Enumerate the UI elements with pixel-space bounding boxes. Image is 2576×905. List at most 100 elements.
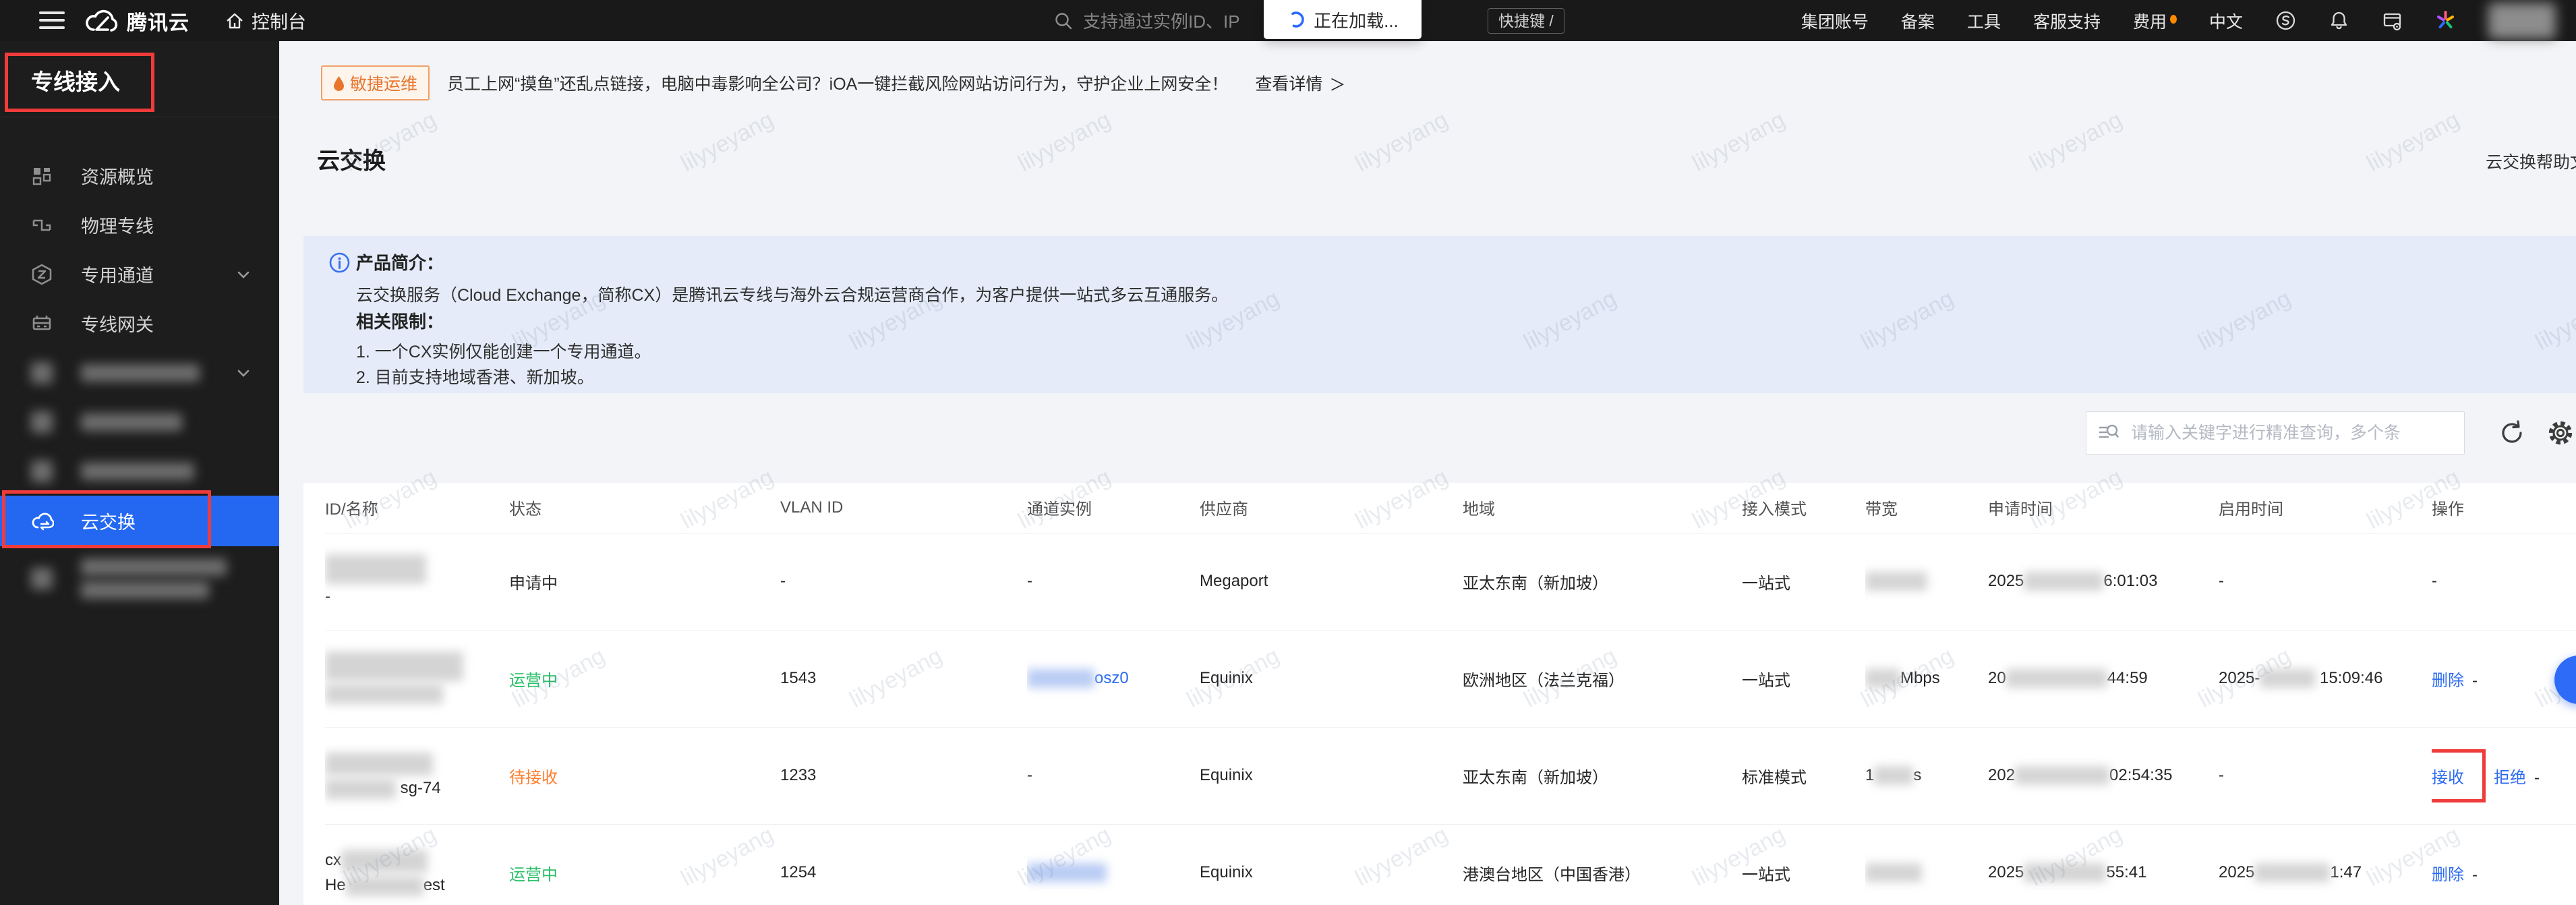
cell-text: 港澳台地区（中国香港）	[1463, 865, 1641, 884]
keyword-search-input[interactable]	[2086, 411, 2465, 455]
gear-icon[interactable]	[2545, 417, 2576, 448]
bell-icon[interactable]	[2329, 10, 2349, 31]
console-settings-icon[interactable]	[2382, 10, 2403, 31]
intro-body: 云交换服务（Cloud Exchange，简称CX）是腾讯云专线与海外云合规运营…	[356, 286, 1229, 305]
nav-support[interactable]: 客服支持	[2033, 9, 2101, 33]
cell-name: sg-74	[325, 727, 509, 825]
sidebar-item-blurred-4[interactable]	[0, 546, 279, 610]
chevron-right-icon: ＞	[1329, 76, 1346, 94]
nav-icp-filing[interactable]: 备案	[1901, 9, 1935, 33]
cell-apply_time: 2025 6:01:03	[1988, 533, 2219, 631]
intro-heading-2: 相关限制：	[356, 312, 444, 332]
cloud-logo-icon	[86, 9, 118, 32]
sidebar-item-physical-line[interactable]: 物理专线	[0, 200, 279, 250]
sidebar-item-blurred-1[interactable]	[0, 348, 279, 397]
redacted-text	[1874, 766, 1914, 786]
cell-text: sg-74	[396, 779, 441, 797]
cell-actions: 接收 拒绝 -	[2432, 727, 2576, 825]
page-title: 云交换	[317, 148, 386, 174]
cell-text: -	[2534, 768, 2540, 787]
ai-sparkle-icon[interactable]	[2435, 10, 2456, 31]
column-header: ID/名称	[325, 483, 509, 533]
accept-link[interactable]: 接收	[2432, 769, 2464, 787]
cell-text: 标准模式	[1742, 768, 1807, 787]
avatar[interactable]	[2488, 2, 2556, 39]
feedback-icon[interactable]	[2275, 10, 2296, 31]
cell-provider: Equinix	[1200, 727, 1463, 825]
cell-enable_time: -	[2219, 533, 2432, 631]
notice-detail-link[interactable]: 查看详情	[1255, 71, 1322, 95]
nav-billing[interactable]: 费用	[2133, 9, 2177, 33]
sidebar-item-blurred-3[interactable]	[0, 446, 279, 496]
cell-enable_time: 2025- 15:09:46	[2219, 630, 2432, 728]
redacted-text	[325, 554, 426, 584]
product-intro-card: 产品简介： 云交换服务（Cloud Exchange，简称CX）是腾讯云专线与海…	[303, 236, 2576, 393]
console-link[interactable]: 控制台	[225, 0, 306, 41]
cell-channel	[1027, 824, 1200, 905]
cell-text: 2025	[1988, 571, 2024, 590]
loading-toast-text: 正在加载...	[1314, 10, 1399, 31]
cell-text: 一站式	[1742, 865, 1790, 884]
cell-text: -	[2432, 572, 2437, 590]
brand-label: 腾讯云	[127, 11, 189, 34]
cell-text: 一站式	[1742, 671, 1790, 690]
help-doc-link[interactable]: 云交换帮助文	[2486, 149, 2576, 173]
cell-text: -	[2219, 572, 2224, 590]
redacted-text	[1027, 669, 1094, 689]
cell-apply_time: 20 44:59	[1988, 630, 2219, 728]
nav-tools[interactable]: 工具	[1967, 9, 2001, 33]
nav-language[interactable]: 中文	[2209, 9, 2243, 33]
billing-alert-dot	[2169, 14, 2177, 24]
refresh-icon[interactable]	[2498, 419, 2526, 447]
cell-text: 1	[1865, 765, 1875, 784]
hamburger-menu-icon[interactable]	[39, 11, 65, 30]
cell-text: 1233	[780, 766, 817, 784]
annotation-box-accept: 接收	[2432, 749, 2486, 802]
intro-item-1: 1. 一个CX实例仅能创建一个专用通道。	[356, 343, 651, 361]
cell-text: 1543	[780, 669, 817, 687]
channel-link[interactable]: osz0	[1094, 669, 1129, 687]
shortcut-button[interactable]: 快捷键 /	[1488, 8, 1564, 34]
status-badge: 申请中	[509, 574, 558, 593]
sidebar-item-line-gateway[interactable]: 专线网关	[0, 299, 279, 348]
cell-mode: 一站式	[1742, 630, 1865, 728]
reject-link[interactable]: 拒绝	[2494, 769, 2526, 787]
cell-mode: 标准模式	[1742, 727, 1865, 825]
cell-channel: -	[1027, 533, 1200, 631]
sidebar-item-cloud-exchange[interactable]: 云交换	[0, 496, 279, 546]
cell-text: 15:09:46	[2315, 668, 2383, 687]
delete-link[interactable]: 删除	[2432, 866, 2464, 884]
cell-text: Equinix	[1200, 766, 1253, 784]
blurred-icon	[31, 361, 53, 384]
column-header: 通道实例	[1027, 483, 1200, 533]
delete-link[interactable]: 删除	[2432, 672, 2464, 690]
cell-bandwidth: 1s	[1865, 727, 1988, 825]
sidebar-item-blurred-2[interactable]	[0, 397, 279, 446]
cell-text: 2025	[2219, 863, 2255, 881]
cloud-exchange-table: ID/名称 状态 VLAN ID 通道实例 供应商 地域 接入模式 带宽 申请时间 启用时间 操作 …	[325, 483, 2576, 905]
cell-provider: Megaport	[1200, 533, 1463, 631]
redacted-text	[345, 875, 423, 896]
cell-name: -	[325, 533, 509, 631]
column-header: 操作	[2432, 483, 2576, 533]
column-header: VLAN ID	[780, 483, 1027, 533]
sidebar-item-dedicated-tunnel[interactable]: 专用通道	[0, 250, 279, 299]
nav-group-account[interactable]: 集团账号	[1801, 9, 1869, 33]
sidebar-item-label: 资源概览	[81, 167, 154, 187]
sidebar-menu: 资源概览物理专线专用通道专线网关云交换	[0, 151, 279, 610]
cell-text: 2025-	[2219, 668, 2260, 687]
topbar-search-placeholder: 支持通过实例ID、IP	[1083, 11, 1240, 32]
table-card: ID/名称 状态 VLAN ID 通道实例 供应商 地域 接入模式 带宽 申请时间 启用时间 操作 …	[303, 483, 2576, 905]
cell-text: cx	[325, 851, 341, 869]
topbar-search[interactable]: 支持通过实例ID、IP	[1053, 0, 1264, 41]
redacted-text	[2006, 669, 2107, 689]
sidebar-item-resource-overview[interactable]: 资源概览	[0, 151, 279, 200]
table-row: 运营中 1543 osz0 Equinix 欧洲地区（法兰克福） 一站式 Mbps 20 44:…	[325, 630, 2576, 728]
sidebar-item-label: 专用通道	[81, 266, 154, 286]
topbar: 腾讯云 控制台 支持通过实例ID、IP 正在加载... 快捷键 / 集团账号 备…	[0, 0, 2576, 41]
search-icon	[1055, 12, 1072, 29]
cell-apply_time: 2025 55:41	[1988, 824, 2219, 905]
redacted-text	[1865, 572, 1927, 591]
redacted-text	[325, 752, 433, 776]
tencent-cloud-logo[interactable]: 腾讯云	[84, 0, 189, 41]
